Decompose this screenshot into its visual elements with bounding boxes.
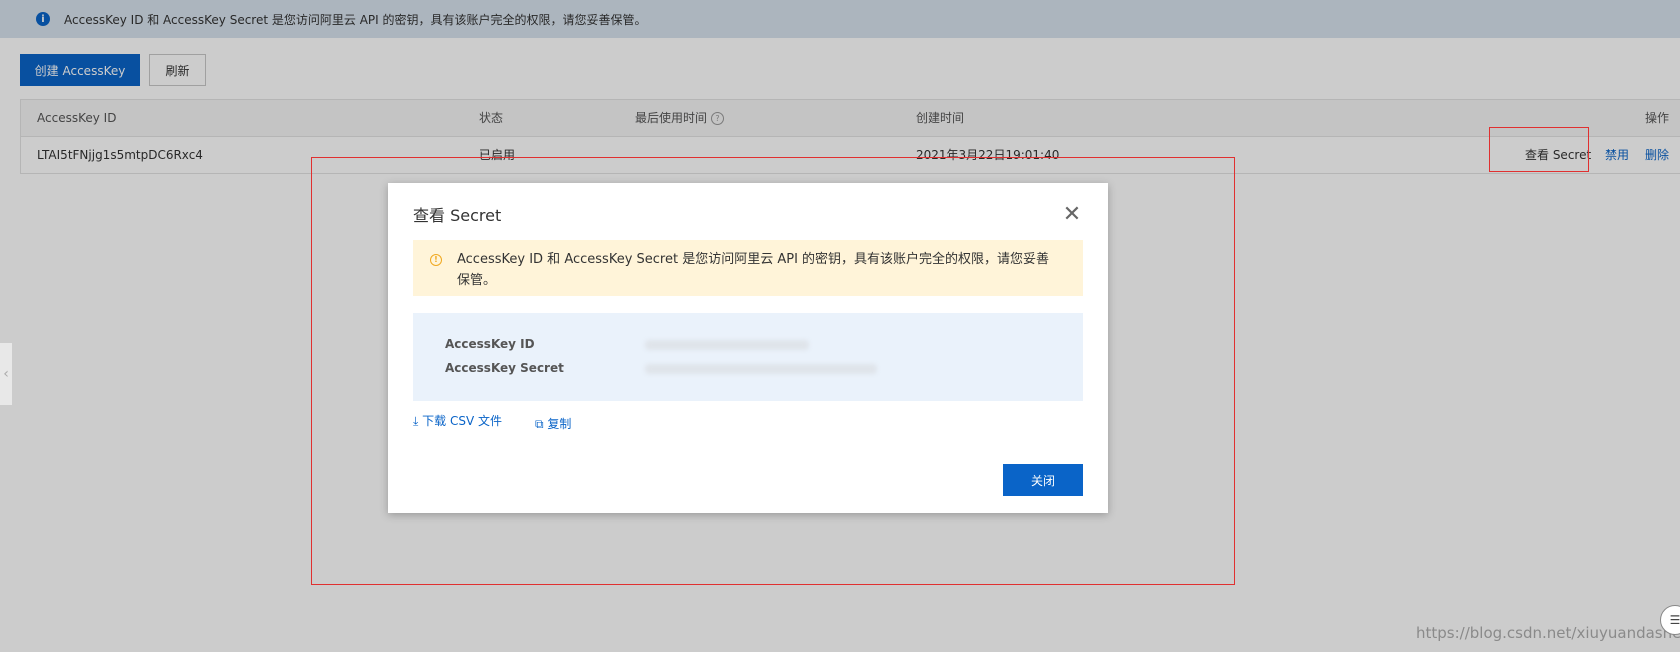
- chevron-left-icon: ‹: [3, 366, 9, 382]
- view-secret-dialog: 查看 Secret ✕ ! AccessKey ID 和 AccessKey S…: [388, 183, 1108, 513]
- accesskey-id-label: AccessKey ID: [445, 337, 535, 351]
- download-icon: ⤓: [413, 414, 419, 428]
- warning-alert: ! AccessKey ID 和 AccessKey Secret 是您访问阿里…: [413, 240, 1083, 296]
- accesskey-id-redacted: [645, 340, 809, 350]
- copy-link[interactable]: ⧉ 复制: [535, 415, 571, 432]
- watermark: https://blog.csdn.net/xiuyuandashen: [1416, 624, 1680, 642]
- warning-icon: !: [430, 254, 442, 266]
- accesskey-secret-label: AccessKey Secret: [445, 361, 564, 375]
- copy-icon: ⧉: [535, 417, 544, 431]
- dialog-title: 查看 Secret: [413, 206, 502, 225]
- warning-text: AccessKey ID 和 AccessKey Secret 是您访问阿里云 …: [457, 252, 1050, 288]
- close-button[interactable]: 关闭: [1003, 464, 1083, 496]
- key-details: AccessKey ID AccessKey Secret: [413, 313, 1083, 401]
- annotation-box-view-secret: [1489, 127, 1589, 172]
- download-csv-link[interactable]: ⤓ 下载 CSV 文件: [413, 412, 502, 429]
- accesskey-secret-redacted: [645, 364, 877, 374]
- close-icon[interactable]: ✕: [1060, 203, 1084, 227]
- collapse-handle[interactable]: ‹: [0, 343, 12, 405]
